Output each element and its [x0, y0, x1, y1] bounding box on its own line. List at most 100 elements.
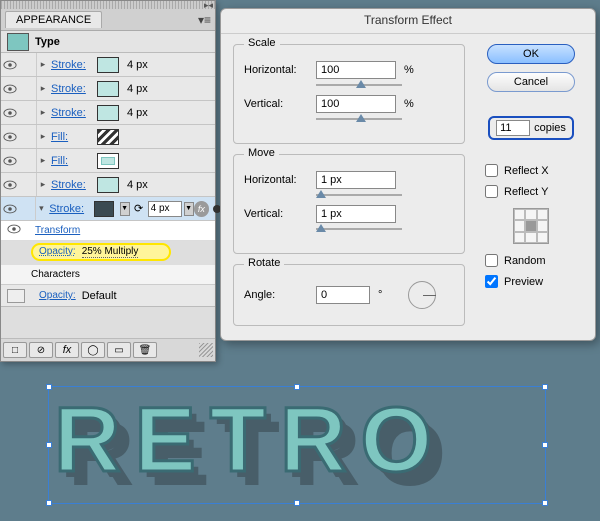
expand-icon[interactable]: ▸	[37, 179, 49, 190]
preview-input[interactable]	[485, 275, 498, 288]
opacity-value[interactable]: 25% Multiply	[82, 246, 139, 258]
appearance-target-row[interactable]: Type	[1, 31, 215, 53]
move-h-input[interactable]	[316, 171, 396, 189]
collapse-icon[interactable]: ▾	[36, 203, 48, 214]
stroke-link[interactable]: Stroke:	[49, 179, 93, 191]
visibility-icon[interactable]	[1, 180, 19, 190]
preview-checkbox[interactable]: Preview	[479, 275, 583, 288]
handle-top-left[interactable]	[46, 384, 52, 390]
fill-link[interactable]: Fill:	[49, 131, 93, 143]
fill-swatch[interactable]	[97, 153, 119, 169]
clear-appearance-button[interactable]: ◯	[81, 342, 105, 358]
move-v-label: Vertical:	[244, 208, 308, 220]
stroke-color-swatch[interactable]	[94, 201, 114, 217]
scale-h-slider[interactable]	[316, 81, 402, 89]
expand-icon[interactable]: ▸	[37, 83, 49, 94]
panel-menu-icon[interactable]: ▾≡	[198, 13, 211, 27]
reflect-x-checkbox[interactable]: Reflect X	[479, 164, 583, 177]
visibility-icon[interactable]	[1, 156, 19, 166]
stroke-link[interactable]: Stroke:	[49, 59, 93, 71]
origin-center[interactable]	[525, 220, 536, 231]
fx-indicator-icon[interactable]: fx	[194, 201, 209, 217]
visibility-icon[interactable]	[1, 60, 19, 70]
fill-link[interactable]: Fill:	[49, 155, 93, 167]
stroke-swatch[interactable]	[97, 57, 119, 73]
transform-link[interactable]: Transform	[35, 225, 80, 236]
move-v-slider[interactable]	[316, 225, 402, 233]
scale-v-slider[interactable]	[316, 115, 402, 123]
scale-v-input[interactable]	[316, 95, 396, 113]
handle-bottom-right[interactable]	[542, 500, 548, 506]
stroke-link[interactable]: Stroke:	[49, 107, 93, 119]
angle-dial[interactable]	[408, 281, 436, 309]
reflect-y-input[interactable]	[485, 185, 498, 198]
fx-button[interactable]: fx	[55, 342, 79, 358]
opacity-link[interactable]: Opacity:	[39, 246, 76, 257]
stroke-link[interactable]: Stroke:	[47, 203, 89, 215]
stroke-weight-link-icon[interactable]: ⟳	[132, 202, 146, 215]
stroke-row-1[interactable]: ▸ Stroke: 4 px	[1, 53, 215, 77]
ok-button[interactable]: OK	[487, 44, 575, 64]
handle-bottom-left[interactable]	[46, 500, 52, 506]
random-input[interactable]	[485, 254, 498, 267]
stroke-row-3[interactable]: ▸ Stroke: 4 px	[1, 101, 215, 125]
selection-bounding-box[interactable]	[48, 386, 546, 504]
reflect-x-input[interactable]	[485, 164, 498, 177]
origin-point-grid[interactable]	[513, 208, 549, 244]
cancel-button[interactable]: Cancel	[487, 72, 575, 92]
handle-mid-left[interactable]	[46, 442, 52, 448]
fill-row-1[interactable]: ▸ Fill:	[1, 125, 215, 149]
visibility-icon[interactable]	[7, 224, 21, 237]
visibility-icon[interactable]	[1, 108, 19, 118]
delete-button[interactable]: 🗑	[133, 342, 157, 358]
transform-effect-dialog: Transform Effect Scale Horizontal: % Ver…	[220, 8, 596, 341]
panel-titlebar[interactable]: ▸◂	[1, 1, 215, 9]
move-h-label: Horizontal:	[244, 174, 308, 186]
expand-icon[interactable]: ▸	[37, 59, 49, 70]
stroke-size: 4 px	[127, 107, 148, 119]
appearance-footer: □ ⊘ fx ◯ ▭ 🗑	[1, 339, 215, 361]
characters-row[interactable]: Characters	[1, 265, 215, 285]
transform-effect-subrow[interactable]: Transform	[1, 221, 215, 241]
stroke-swatch[interactable]	[97, 177, 119, 193]
stroke-swatch[interactable]	[97, 81, 119, 97]
expand-icon[interactable]: ▸	[37, 131, 49, 142]
handle-mid-right[interactable]	[542, 442, 548, 448]
copies-input[interactable]	[496, 120, 530, 136]
random-checkbox[interactable]: Random	[479, 254, 583, 267]
stroke-row-selected[interactable]: ▾ Stroke: ▼ ⟳ ▼ fx	[1, 197, 215, 221]
scale-h-input[interactable]	[316, 61, 396, 79]
appearance-tab[interactable]: APPEARANCE	[5, 11, 102, 28]
duplicate-button[interactable]: ▭	[107, 342, 131, 358]
resize-grip-icon[interactable]	[199, 343, 213, 357]
clear-button[interactable]: ⊘	[29, 342, 53, 358]
reflect-y-checkbox[interactable]: Reflect Y	[479, 185, 583, 198]
expand-icon[interactable]: ▸	[37, 155, 49, 166]
fill-row-2[interactable]: ▸ Fill:	[1, 149, 215, 173]
visibility-icon[interactable]	[1, 132, 19, 142]
stroke-link[interactable]: Stroke:	[49, 83, 93, 95]
handle-bottom-mid[interactable]	[294, 500, 300, 506]
new-art-button[interactable]: □	[3, 342, 27, 358]
color-dropdown-icon[interactable]: ▼	[120, 202, 130, 216]
weight-dropdown-icon[interactable]: ▼	[184, 202, 194, 216]
default-opacity-row[interactable]: Opacity: Default	[1, 285, 215, 307]
move-v-input[interactable]	[316, 205, 396, 223]
visibility-toggle-off[interactable]	[7, 289, 25, 303]
move-h-slider[interactable]	[316, 191, 402, 199]
handle-top-right[interactable]	[542, 384, 548, 390]
stroke-weight-input[interactable]	[148, 201, 182, 217]
visibility-icon[interactable]	[1, 84, 19, 94]
visibility-icon[interactable]	[1, 204, 18, 214]
stroke-row-2[interactable]: ▸ Stroke: 4 px	[1, 77, 215, 101]
opacity-subrow-highlighted[interactable]: Opacity: 25% Multiply	[31, 243, 171, 261]
stroke-row-4[interactable]: ▸ Stroke: 4 px	[1, 173, 215, 197]
opacity-link[interactable]: Opacity:	[39, 290, 76, 301]
expand-icon[interactable]: ▸	[37, 107, 49, 118]
handle-top-mid[interactable]	[294, 384, 300, 390]
percent-unit: %	[404, 98, 418, 110]
stroke-swatch[interactable]	[97, 105, 119, 121]
fill-swatch[interactable]	[97, 129, 119, 145]
angle-input[interactable]	[316, 286, 370, 304]
collapse-arrows-icon[interactable]: ▸◂	[204, 0, 213, 11]
